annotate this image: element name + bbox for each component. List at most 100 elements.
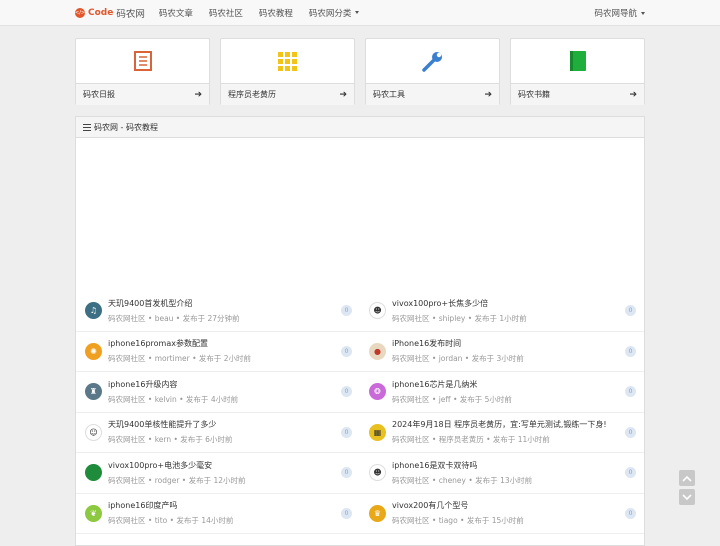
list-item[interactable]: ☺ 天玑9400单核性能提升了多少 码农网社区 • kern • 发布于 6小时前…	[76, 413, 360, 453]
reply-count-badge: 0	[625, 467, 636, 479]
ad-area	[76, 138, 644, 290]
item-meta: 码农网社区 • tiago • 发布于 15小时前	[392, 516, 524, 526]
nav-dropdown-categories-label: 码农网分类	[308, 8, 352, 19]
top-navbar: </> Code 码农网 码农文章 码农社区 码农教程 码农网分类 码农网导航	[0, 0, 720, 26]
list-item[interactable]: ❂ iphone16芯片是几纳米 码农网社区 • jeff • 发布于 5小时前 …	[360, 372, 644, 413]
tile-almanac-footer: 程序员老黄历 ➔	[221, 83, 354, 105]
arrow-right-icon: ➔	[194, 89, 202, 100]
list-item[interactable]: vivox100pro+电池多少毫安 码农网社区 • rodger • 发布于 1…	[76, 453, 360, 494]
sun-icon: ✺	[85, 342, 102, 360]
list-item[interactable]: ♛ vivox200有几个型号 码农网社区 • tiago • 发布于 15小时前…	[360, 494, 644, 534]
quick-links: 码农日报 ➔ 程序员老黄历 ➔ 码农工具 ➔ 码农书籍 ➔	[75, 38, 645, 105]
figure-icon: ♜	[85, 383, 102, 401]
face-icon: ☺	[85, 423, 102, 441]
nav-link-articles[interactable]: 码农文章	[159, 7, 193, 19]
brand-name-text: 码农网	[116, 8, 145, 20]
item-meta: 码农网社区 • tito • 发布于 14小时前	[108, 516, 234, 526]
reply-count-badge: 0	[341, 305, 352, 317]
item-title[interactable]: iphone16是双卡双待吗	[392, 460, 625, 471]
list-item[interactable]: ✺ iphone16promax参数配置 码农网社区 • mortimer • 发…	[76, 332, 360, 372]
item-meta: 码农网社区 • 程序员老黄历 • 发布于 11小时前	[392, 435, 550, 445]
list-item[interactable]: ▦ 2024年9月18日 程序员老黄历，宜:写单元测试,锻练一下身! 码农网社区 …	[360, 413, 644, 453]
scroll-top-button[interactable]	[679, 470, 695, 486]
wrench-icon	[421, 52, 442, 72]
item-meta: 码农网社区 • jordan • 发布于 3小时前	[392, 354, 524, 364]
reply-count-badge: 0	[341, 467, 352, 479]
chevron-up-icon	[682, 475, 692, 482]
nav-dropdown-navigation-label: 码农网导航	[594, 9, 637, 19]
list-item[interactable]: ♫ 天玑9400首发机型介绍 码农网社区 • beau • 发布于 27分钟前 0	[76, 291, 360, 332]
arrow-right-icon: ➔	[629, 89, 637, 100]
item-title[interactable]: 天玑9400首发机型介绍	[108, 298, 341, 309]
reply-count-badge: 0	[625, 507, 636, 519]
reply-count-badge: 0	[341, 426, 352, 438]
reply-count-badge: 0	[341, 507, 352, 519]
item-title[interactable]: vivox100pro+电池多少毫安	[108, 460, 341, 471]
nav-dropdown-categories[interactable]: 码农网分类	[309, 7, 360, 19]
reply-count-badge: 0	[625, 426, 636, 438]
person-icon: ☻	[369, 302, 386, 320]
panel-title: 码农网 - 码农教程	[94, 122, 158, 132]
item-title[interactable]: 天玑9400单核性能提升了多少	[108, 419, 341, 430]
tile-daily[interactable]: 码农日报 ➔	[75, 38, 210, 105]
reply-count-badge: 0	[625, 305, 636, 317]
dot-icon: ●	[369, 342, 386, 360]
item-meta: 码农网社区 • rodger • 发布于 12小时前	[108, 475, 246, 485]
topic-list: ♫ 天玑9400首发机型介绍 码农网社区 • beau • 发布于 27分钟前 0…	[76, 291, 644, 534]
item-meta: 码农网社区 • cheney • 发布于 13小时前	[392, 475, 533, 485]
music-icon: ♫	[85, 302, 102, 320]
chevron-down-icon	[682, 493, 692, 500]
tile-almanac-icon-area	[221, 39, 354, 83]
item-title[interactable]: iphone16印度产吗	[108, 500, 341, 511]
nav-dropdown-navigation[interactable]: 码农网导航	[594, 0, 645, 26]
tile-almanac[interactable]: 程序员老黄历 ➔	[220, 38, 355, 105]
reply-count-badge: 0	[625, 386, 636, 398]
item-meta: 码农网社区 • mortimer • 发布于 2小时前	[108, 354, 252, 364]
scroll-bottom-button[interactable]	[679, 489, 695, 505]
tile-books-footer: 码农书籍 ➔	[511, 83, 644, 105]
tile-almanac-label: 程序员老黄历	[228, 90, 276, 99]
tile-daily-icon-area	[76, 39, 209, 83]
grid-icon	[278, 51, 297, 71]
panel-header: 码农网 - 码农教程	[76, 117, 644, 138]
tile-books[interactable]: 码农书籍 ➔	[510, 38, 645, 105]
brand-logo-icon: </>	[75, 7, 86, 18]
person-icon: ☻	[369, 464, 386, 482]
arrow-right-icon: ➔	[339, 89, 347, 100]
tile-tools-label: 码农工具	[373, 90, 405, 99]
list-item[interactable]: ☻ iphone16是双卡双待吗 码农网社区 • cheney • 发布于 13小…	[360, 453, 644, 494]
chevron-down-icon	[641, 11, 645, 15]
tile-daily-label: 码农日报	[83, 90, 115, 99]
item-meta: 码农网社区 • kelvin • 发布于 4小时前	[108, 394, 239, 404]
item-meta: 码农网社区 • kern • 发布于 6小时前	[108, 435, 233, 445]
tile-books-label: 码农书籍	[518, 90, 550, 99]
tile-daily-footer: 码农日报 ➔	[76, 83, 209, 105]
item-meta: 码农网社区 • beau • 发布于 27分钟前	[108, 313, 240, 323]
reply-count-badge: 0	[341, 345, 352, 357]
item-meta: 码农网社区 • shipley • 发布于 1小时前	[392, 313, 527, 323]
item-title[interactable]: vivox100pro+长焦多少倍	[392, 298, 625, 309]
chevron-down-icon	[355, 11, 360, 14]
item-title[interactable]: 2024年9月18日 程序员老黄历，宜:写单元测试,锻练一下身!	[392, 419, 625, 430]
calendar-icon: ▦	[369, 423, 386, 441]
list-item[interactable]: ☻ vivox100pro+长焦多少倍 码农网社区 • shipley • 发布于…	[360, 291, 644, 332]
leaf-icon: ❦	[85, 504, 102, 522]
tile-tools[interactable]: 码农工具 ➔	[365, 38, 500, 105]
item-meta: 码农网社区 • jeff • 发布于 5小时前	[392, 394, 512, 404]
list-item[interactable]: ❦ iphone16印度产吗 码农网社区 • tito • 发布于 14小时前 0	[76, 494, 360, 534]
item-title[interactable]: iPhone16发布时间	[392, 338, 625, 349]
tile-tools-footer: 码农工具 ➔	[366, 83, 499, 105]
item-title[interactable]: iphone16promax参数配置	[108, 338, 341, 349]
item-title[interactable]: iphone16芯片是几纳米	[392, 379, 625, 390]
swirl-icon: ❂	[369, 383, 386, 401]
list-item[interactable]: ● iPhone16发布时间 码农网社区 • jordan • 发布于 3小时前 …	[360, 332, 644, 372]
item-title[interactable]: iphone16升级内容	[108, 379, 341, 390]
list-item[interactable]: ♜ iphone16升级内容 码农网社区 • kelvin • 发布于 4小时前 …	[76, 372, 360, 413]
tile-tools-icon-area	[366, 39, 499, 83]
brand-logo-link[interactable]: </> Code 码农网	[75, 6, 145, 20]
nav-link-community[interactable]: 码农社区	[209, 7, 243, 19]
trophy-icon: ♛	[369, 504, 386, 522]
brand-code-text: Code	[88, 7, 114, 18]
item-title[interactable]: vivox200有几个型号	[392, 500, 625, 511]
nav-link-tutorials[interactable]: 码农教程	[259, 7, 293, 19]
